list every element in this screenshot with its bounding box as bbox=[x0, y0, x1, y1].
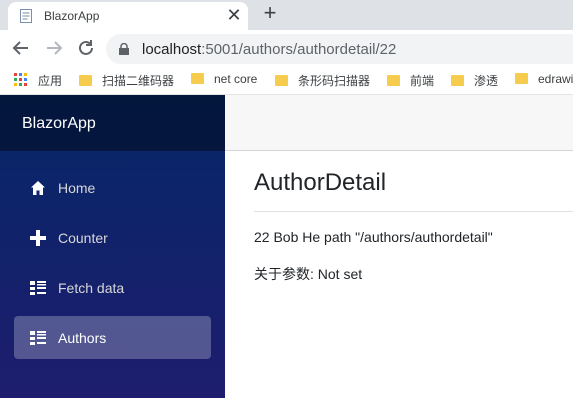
back-arrow-icon[interactable] bbox=[10, 37, 32, 59]
bookmark-folder[interactable]: net core bbox=[191, 72, 257, 88]
folder-icon bbox=[451, 75, 464, 86]
plus-icon bbox=[30, 230, 46, 246]
nav-item-label: Counter bbox=[58, 230, 108, 246]
close-tab-icon[interactable]: ✕ bbox=[224, 5, 244, 25]
nav-item-label: Home bbox=[58, 180, 96, 196]
parameter-text: 关于参数: Not set bbox=[254, 266, 363, 282]
home-icon bbox=[31, 181, 45, 195]
forward-arrow-icon[interactable] bbox=[43, 37, 65, 59]
nav-item-home[interactable]: Home bbox=[14, 166, 211, 209]
bookmark-folder[interactable]: edrawi bbox=[515, 72, 573, 88]
sidebar: BlazorApp Home Counter Fetch data Author… bbox=[0, 95, 225, 398]
bookmark-label: 渗透 bbox=[474, 74, 499, 88]
browser-toolbar: localhost:5001/authors/authordetail/22 bbox=[0, 30, 573, 66]
nav-item-authors[interactable]: Authors bbox=[14, 316, 211, 359]
url-text: localhost:5001/authors/authordetail/22 bbox=[142, 41, 397, 58]
list-icon bbox=[30, 281, 46, 295]
lock-icon bbox=[119, 43, 129, 55]
nav-item-fetch-data[interactable]: Fetch data bbox=[14, 266, 211, 309]
address-bar[interactable]: localhost:5001/authors/authordetail/22 bbox=[106, 34, 573, 64]
brand-bar: BlazorApp bbox=[0, 95, 225, 151]
bookmark-apps[interactable]: 应用 bbox=[14, 72, 62, 88]
tab-strip: BlazorApp ✕ + bbox=[0, 0, 573, 30]
bookmark-label: 条形码扫描器 bbox=[298, 74, 371, 88]
browser-tab[interactable]: BlazorApp ✕ bbox=[8, 2, 248, 30]
nav-item-counter[interactable]: Counter bbox=[14, 216, 211, 259]
bookmark-folder[interactable]: 条形码扫描器 bbox=[275, 72, 370, 88]
reload-icon[interactable] bbox=[75, 37, 97, 59]
list-icon bbox=[30, 331, 46, 345]
divider bbox=[254, 211, 573, 212]
page-icon bbox=[20, 9, 32, 23]
folder-icon bbox=[387, 75, 400, 86]
bookmark-folder[interactable]: 前端 bbox=[387, 72, 434, 88]
bookmark-label: edrawi bbox=[538, 72, 573, 86]
bookmark-folder[interactable]: 扫描二维码器 bbox=[79, 72, 174, 88]
top-row bbox=[225, 95, 573, 151]
author-detail-text: 22 Bob He path "/authors/authordetail" bbox=[254, 229, 493, 245]
bookmark-label: 前端 bbox=[410, 74, 435, 88]
tab-title: BlazorApp bbox=[44, 9, 100, 23]
nav-item-label: Fetch data bbox=[58, 280, 125, 296]
folder-icon bbox=[275, 75, 288, 86]
main-content: AuthorDetail 22 Bob He path "/authors/au… bbox=[225, 151, 573, 398]
apps-grid-icon bbox=[14, 73, 27, 86]
brand-title[interactable]: BlazorApp bbox=[22, 115, 96, 133]
bookmark-label: net core bbox=[214, 72, 258, 86]
nav-item-label: Authors bbox=[58, 330, 107, 346]
folder-icon bbox=[79, 75, 92, 86]
bookmark-label: 应用 bbox=[38, 74, 63, 88]
bookmark-label: 扫描二维码器 bbox=[102, 74, 175, 88]
page-title: AuthorDetail bbox=[254, 169, 387, 196]
bookmark-folder[interactable]: 渗透 bbox=[451, 72, 498, 88]
new-tab-icon[interactable]: + bbox=[259, 2, 281, 25]
folder-icon bbox=[191, 73, 204, 84]
bookmarks-bar: 应用 扫描二维码器 net core 条形码扫描器 前端 渗透 edrawi bbox=[0, 66, 573, 95]
folder-icon bbox=[515, 73, 528, 84]
